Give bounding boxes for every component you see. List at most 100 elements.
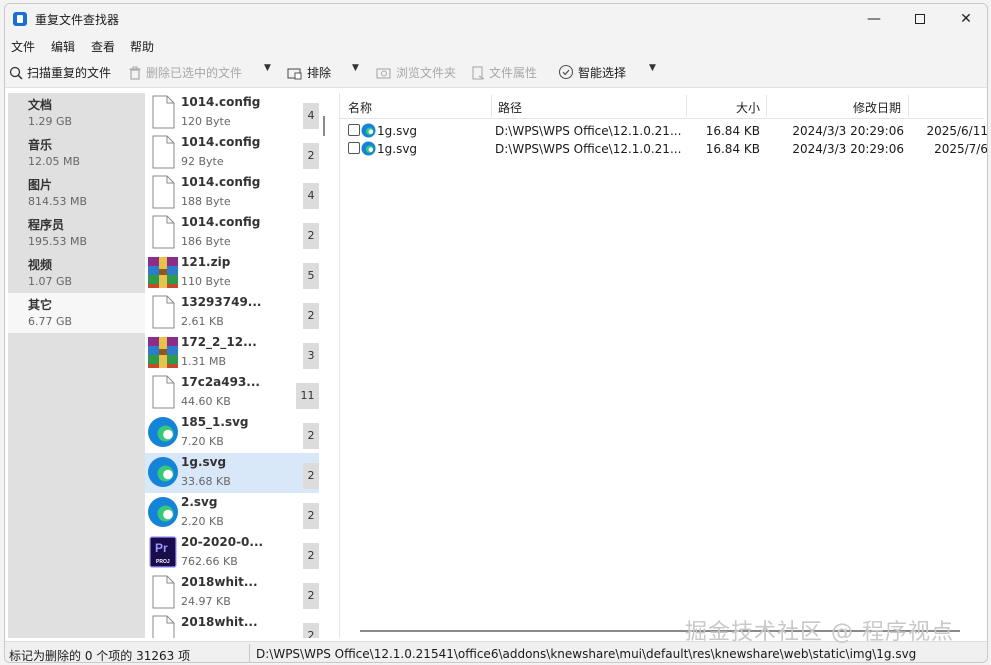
column-name-header[interactable]: 名称 — [348, 99, 372, 116]
toolbar: 扫描重复的文件 删除已选中的文件 ▼ 排除 ▼ 浏览文件夹 文件属性 智能选择 … — [5, 56, 987, 88]
maximize-button[interactable] — [897, 4, 943, 34]
close-button[interactable]: ✕ — [943, 4, 987, 34]
watermark: 掘金技术社区 @ 程序视点 — [685, 620, 954, 645]
column-divider[interactable] — [491, 95, 492, 117]
file-name-cell: 1g.svg — [377, 142, 418, 156]
category-music[interactable]: 音乐 12.05 MB — [8, 133, 145, 173]
file-list-scrollbar[interactable] — [323, 116, 325, 136]
file-name: 1014.config — [181, 175, 261, 189]
premiere-project-icon: Pr PROJ — [149, 536, 177, 568]
file-list-item[interactable]: 1g.svg 33.68 KB 2 — [145, 453, 319, 493]
winrar-archive-icon — [148, 337, 178, 368]
table-header: 名称 路径 大小 修改日期 — [340, 93, 984, 119]
duplicate-count-badge: 2 — [303, 223, 319, 249]
file-list-item[interactable]: 2018whit... 24.97 KB 2 — [145, 573, 319, 613]
file-size: 188 Byte — [181, 195, 231, 208]
date-cell: 2025/6/11 — [926, 124, 988, 138]
status-selected-path: D:\WPS\WPS Office\12.1.0.21541\office6\a… — [256, 647, 917, 661]
column-path-header[interactable]: 路径 — [498, 99, 522, 116]
edge-icon — [148, 497, 178, 527]
category-name: 图片 — [28, 178, 53, 192]
file-list-item[interactable]: 1014.config 186 Byte 2 — [145, 213, 319, 253]
category-programs[interactable]: 程序员 195.53 MB — [8, 213, 145, 253]
file-name: 185_1.svg — [181, 415, 249, 429]
app-icon — [13, 12, 27, 26]
menu-help[interactable]: 帮助 — [130, 38, 154, 55]
duplicate-count-badge: 2 — [303, 583, 319, 609]
scan-duplicates-button[interactable]: 扫描重复的文件 — [9, 64, 111, 81]
file-list-item[interactable]: 185_1.svg 7.20 KB 2 — [145, 413, 319, 453]
file-list-item[interactable]: 17c2a493... 44.60 KB 11 — [145, 373, 319, 413]
column-size-header[interactable]: 大小 — [736, 99, 760, 116]
document-icon — [152, 175, 175, 209]
duplicate-count-badge: 2 — [303, 503, 319, 529]
file-list-item[interactable]: 2018whit... 2 — [145, 613, 319, 638]
check-circle-icon — [558, 64, 574, 80]
file-list-item[interactable]: 1014.config 120 Byte 4 — [145, 93, 319, 133]
category-other[interactable]: 其它 6.77 GB — [8, 293, 145, 333]
column-modified-header[interactable]: 修改日期 — [853, 99, 901, 116]
status-marked-count: 标记为删除的 0 个项的 31263 项 — [9, 649, 191, 663]
exclude-button[interactable]: 排除 — [287, 64, 331, 81]
document-icon — [152, 295, 175, 329]
file-size: 1.31 MB — [181, 355, 227, 368]
browse-folder-button[interactable]: 浏览文件夹 — [376, 64, 456, 81]
file-list-item[interactable]: 172_2_12... 1.31 MB 3 — [145, 333, 319, 373]
delete-selected-button[interactable]: 删除已选中的文件 — [128, 64, 242, 81]
exclude-label: 排除 — [307, 66, 332, 80]
row-checkbox[interactable] — [348, 124, 360, 136]
title-bar: 重复文件查找器 — ✕ — [5, 4, 987, 34]
table-row[interactable]: 1g.svg D:\WPS\WPS Office\12.1.0.21... 16… — [340, 140, 987, 158]
duplicate-detail-table: 名称 路径 大小 修改日期 1g.svg D:\WPS\WPS Office\1… — [339, 93, 987, 638]
file-properties-button[interactable]: 文件属性 — [471, 64, 537, 81]
edge-icon — [148, 457, 178, 487]
delete-options-chevron-down-icon[interactable]: ▼ — [264, 63, 271, 73]
file-list-item[interactable]: Pr PROJ 20-2020-0... 762.66 KB 2 — [145, 533, 319, 573]
minimize-button[interactable]: — — [851, 4, 897, 34]
duplicate-count-badge: 2 — [303, 143, 319, 169]
edge-icon — [361, 123, 376, 138]
file-name: 1014.config — [181, 135, 261, 149]
category-documents[interactable]: 文档 1.29 GB — [8, 93, 145, 133]
column-divider[interactable] — [908, 95, 909, 117]
smart-select-label: 智能选择 — [578, 66, 627, 80]
menu-file[interactable]: 文件 — [11, 38, 35, 55]
file-name: 1g.svg — [181, 455, 227, 469]
category-name: 程序员 — [28, 218, 65, 232]
menu-view[interactable]: 查看 — [91, 38, 115, 55]
column-divider[interactable] — [766, 95, 767, 117]
table-row[interactable]: 1g.svg D:\WPS\WPS Office\12.1.0.21... 16… — [340, 122, 987, 140]
category-images[interactable]: 图片 814.53 MB — [8, 173, 145, 213]
file-list-item[interactable]: 2.svg 2.20 KB 2 — [145, 493, 319, 533]
close-icon: ✕ — [960, 11, 972, 27]
file-list-item[interactable]: 13293749... 2.61 KB 2 — [145, 293, 319, 333]
date-cell: 2025/7/6 — [934, 142, 988, 156]
file-name: 13293749... — [181, 295, 262, 309]
file-list-item[interactable]: 1014.config 92 Byte 2 — [145, 133, 319, 173]
category-video[interactable]: 视频 1.07 GB — [8, 253, 145, 293]
exclude-options-chevron-down-icon[interactable]: ▼ — [352, 63, 359, 73]
duplicate-count-badge: 3 — [303, 343, 319, 369]
smart-select-chevron-down-icon[interactable]: ▼ — [649, 63, 656, 73]
menu-edit[interactable]: 编辑 — [51, 38, 75, 55]
file-size: 7.20 KB — [181, 435, 224, 448]
duplicate-count-badge: 4 — [303, 103, 319, 129]
edge-icon — [361, 141, 376, 156]
file-name: 2018whit... — [181, 575, 258, 589]
category-name: 音乐 — [28, 138, 53, 152]
modified-date-cell: 2024/3/3 20:29:06 — [792, 142, 904, 156]
file-size: 24.97 KB — [181, 595, 231, 608]
file-list-item[interactable]: 121.zip 110 Byte 5 — [145, 253, 319, 293]
file-name: 121.zip — [181, 255, 231, 269]
duplicate-file-list: 1014.config 120 Byte 4 1014.config 92 Byte 2 1… — [145, 93, 319, 638]
smart-select-button[interactable]: 智能选择 — [558, 64, 626, 81]
file-list-item[interactable]: 1014.config 188 Byte 4 — [145, 173, 319, 213]
file-size: 44.60 KB — [181, 395, 231, 408]
column-divider[interactable] — [686, 95, 687, 117]
row-checkbox[interactable] — [348, 142, 360, 154]
file-size-cell: 16.84 KB — [705, 124, 760, 138]
scan-duplicates-label: 扫描重复的文件 — [27, 66, 112, 80]
duplicate-count-badge: 2 — [303, 463, 319, 489]
document-icon — [152, 135, 175, 169]
trash-icon — [129, 66, 141, 80]
